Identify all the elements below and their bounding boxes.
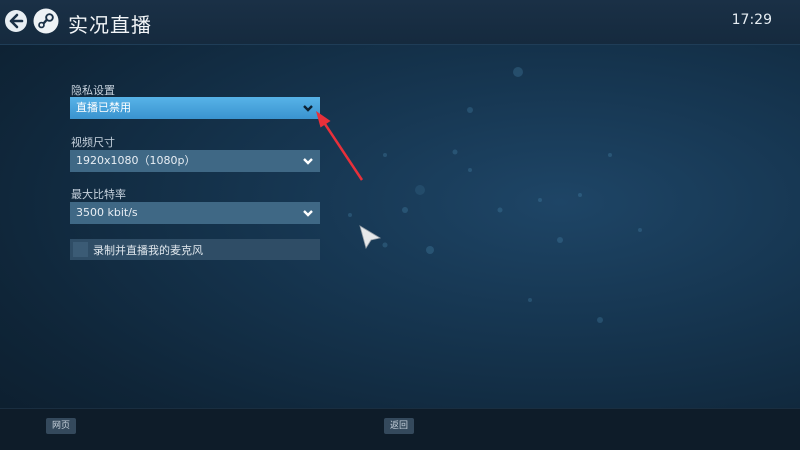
top-bar: 实况直播 17:29 xyxy=(0,0,800,45)
clock: 17:29 xyxy=(731,12,772,28)
max-bitrate-label: 最大比特率 xyxy=(71,188,126,201)
video-size-label: 视频尺寸 xyxy=(71,136,115,149)
chevron-down-icon xyxy=(303,105,313,112)
mouse-cursor-icon xyxy=(359,225,382,249)
arrow-left-icon xyxy=(9,13,24,29)
microphone-label: 录制并直播我的麦克风 xyxy=(93,244,203,257)
privacy-label: 隐私设置 xyxy=(71,84,115,97)
back-button[interactable] xyxy=(5,10,27,32)
chevron-down-icon xyxy=(303,210,313,217)
privacy-value: 直播已禁用 xyxy=(76,101,131,114)
max-bitrate-value: 3500 kbit/s xyxy=(76,206,138,219)
back-footer-button[interactable]: 返回 xyxy=(384,418,415,434)
privacy-dropdown[interactable]: 直播已禁用 xyxy=(70,97,320,119)
page-title: 实况直播 xyxy=(68,13,152,37)
video-size-dropdown[interactable]: 1920x1080（1080p） xyxy=(70,150,320,172)
annotation-overlay xyxy=(316,67,642,323)
background-particles xyxy=(348,67,642,323)
web-button[interactable]: 网页 xyxy=(46,418,77,434)
steam-logo-icon xyxy=(33,8,59,34)
video-size-value: 1920x1080（1080p） xyxy=(76,154,196,167)
annotation-arrow xyxy=(316,111,364,181)
max-bitrate-dropdown[interactable]: 3500 kbit/s xyxy=(70,202,320,224)
chevron-down-icon xyxy=(303,158,313,165)
microphone-toggle-row[interactable]: 录制并直播我的麦克风 xyxy=(70,239,320,260)
microphone-checkbox[interactable] xyxy=(73,242,88,257)
